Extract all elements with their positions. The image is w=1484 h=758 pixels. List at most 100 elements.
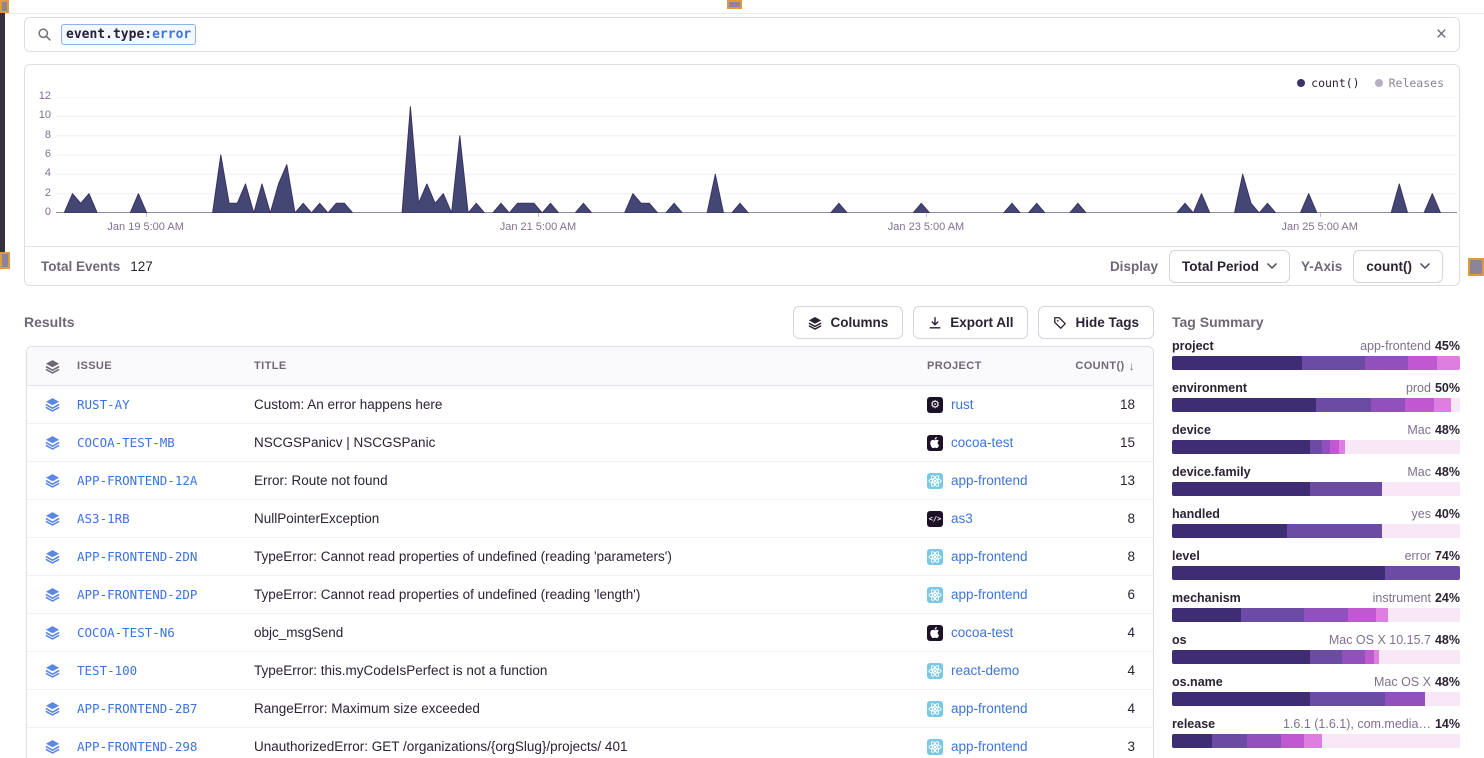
search-query-token[interactable]: event.type:error bbox=[61, 24, 196, 45]
project-link[interactable]: app-frontend bbox=[951, 739, 1028, 754]
tag-top-percent: 48% bbox=[1435, 423, 1460, 437]
y-axis-label: 6 bbox=[27, 148, 51, 160]
issue-link[interactable]: COCOA-TEST-N6 bbox=[77, 625, 254, 640]
project-link[interactable]: cocoa-test bbox=[951, 625, 1013, 640]
tag-name: release bbox=[1172, 717, 1215, 731]
issue-link[interactable]: APP-FRONTEND-298 bbox=[77, 739, 254, 754]
tag-bar-segment bbox=[1172, 440, 1310, 454]
project-link[interactable]: rust bbox=[951, 397, 974, 412]
table-row[interactable]: COCOA-TEST-MB NSCGSPanicv | NSCGSPanic c… bbox=[27, 424, 1153, 462]
issue-title: objc_msgSend bbox=[254, 625, 927, 640]
table-row[interactable]: COCOA-TEST-N6 objc_msgSend cocoa-test 4 bbox=[27, 614, 1153, 652]
tag-block[interactable]: handled yes 40% bbox=[1172, 507, 1460, 538]
tag-distribution-bar[interactable] bbox=[1172, 734, 1460, 748]
table-row[interactable]: APP-FRONTEND-2DP TypeError: Cannot read … bbox=[27, 576, 1153, 614]
tag-distribution-bar[interactable] bbox=[1172, 650, 1460, 664]
events-area-chart[interactable] bbox=[56, 97, 1457, 213]
tag-top-value: Mac OS X 10.15.7 bbox=[1329, 633, 1431, 647]
project-cell[interactable]: ⚙ rust bbox=[927, 397, 1067, 413]
issue-link[interactable]: COCOA-TEST-MB bbox=[77, 435, 254, 450]
yaxis-dropdown[interactable]: count() bbox=[1353, 250, 1443, 283]
tag-distribution-bar[interactable] bbox=[1172, 692, 1460, 706]
hide-tags-button[interactable]: Hide Tags bbox=[1038, 306, 1154, 339]
issue-title: RangeError: Maximum size exceeded bbox=[254, 701, 927, 716]
project-link[interactable]: as3 bbox=[951, 511, 973, 526]
table-row[interactable]: TEST-100 TypeError: this.myCodeIsPerfect… bbox=[27, 652, 1153, 690]
issue-link[interactable]: APP-FRONTEND-12A bbox=[77, 473, 254, 488]
tag-top-value: error bbox=[1405, 549, 1431, 563]
tag-bar-segment bbox=[1302, 356, 1365, 370]
column-header-count[interactable]: COUNT()↓ bbox=[1075, 359, 1151, 373]
columns-button-label: Columns bbox=[830, 315, 888, 330]
table-row[interactable]: APP-FRONTEND-298 UnauthorizedError: GET … bbox=[27, 728, 1153, 758]
tag-distribution-bar[interactable] bbox=[1172, 482, 1460, 496]
tag-block[interactable]: project app-frontend 45% bbox=[1172, 339, 1460, 370]
project-link[interactable]: app-frontend bbox=[951, 473, 1028, 488]
project-cell[interactable]: cocoa-test bbox=[927, 435, 1067, 451]
tag-distribution-bar[interactable] bbox=[1172, 398, 1460, 412]
tag-block[interactable]: device.family Mac 48% bbox=[1172, 465, 1460, 496]
table-row[interactable]: APP-FRONTEND-12A Error: Route not found … bbox=[27, 462, 1153, 500]
project-link[interactable]: app-frontend bbox=[951, 587, 1028, 602]
tag-block[interactable]: level error 74% bbox=[1172, 549, 1460, 580]
table-row[interactable]: APP-FRONTEND-2DN TypeError: Cannot read … bbox=[27, 538, 1153, 576]
table-body: RUST-AY Custom: An error happens here ⚙ … bbox=[27, 386, 1153, 758]
project-link[interactable]: app-frontend bbox=[951, 549, 1028, 564]
stack-icon bbox=[45, 625, 60, 640]
tag-bar-segment bbox=[1379, 650, 1460, 664]
tag-bar-segment bbox=[1212, 734, 1247, 748]
tag-summary: project app-frontend 45% environment pro… bbox=[1172, 339, 1460, 758]
project-link[interactable]: app-frontend bbox=[951, 701, 1028, 716]
search-bar[interactable]: event.type:error × bbox=[24, 17, 1460, 52]
clear-search-icon[interactable]: × bbox=[1436, 25, 1447, 44]
column-header-project[interactable]: PROJECT bbox=[927, 360, 1067, 372]
issue-link[interactable]: RUST-AY bbox=[77, 397, 254, 412]
tag-distribution-bar[interactable] bbox=[1172, 608, 1460, 622]
tag-bar-segment bbox=[1172, 608, 1241, 622]
tag-block[interactable]: environment prod 50% bbox=[1172, 381, 1460, 412]
count-value: 13 bbox=[1067, 473, 1151, 488]
sort-desc-icon: ↓ bbox=[1129, 359, 1135, 373]
chevron-down-icon bbox=[1420, 263, 1430, 269]
project-cell[interactable]: app-frontend bbox=[927, 473, 1067, 489]
legend-item[interactable]: count() bbox=[1297, 76, 1359, 90]
table-row[interactable]: AS3-1RB NullPointerException </> as3 8 bbox=[27, 500, 1153, 538]
column-header-issue[interactable]: ISSUE bbox=[77, 360, 254, 372]
tag-distribution-bar[interactable] bbox=[1172, 566, 1460, 580]
tag-bar-segment bbox=[1287, 524, 1382, 538]
project-cell[interactable]: app-frontend bbox=[927, 587, 1067, 603]
project-cell[interactable]: </> as3 bbox=[927, 511, 1067, 527]
tag-bar-segment bbox=[1316, 398, 1371, 412]
issue-title: TypeError: Cannot read properties of und… bbox=[254, 549, 927, 564]
issue-link[interactable]: APP-FRONTEND-2DP bbox=[77, 587, 254, 602]
issue-link[interactable]: APP-FRONTEND-2B7 bbox=[77, 701, 254, 716]
tag-block[interactable]: device Mac 48% bbox=[1172, 423, 1460, 454]
export-all-button[interactable]: Export All bbox=[913, 306, 1028, 339]
project-cell[interactable]: app-frontend bbox=[927, 701, 1067, 717]
yaxis-label: Y-Axis bbox=[1301, 259, 1342, 274]
issue-link[interactable]: TEST-100 bbox=[77, 663, 254, 678]
issue-link[interactable]: AS3-1RB bbox=[77, 511, 254, 526]
tag-distribution-bar[interactable] bbox=[1172, 356, 1460, 370]
project-cell[interactable]: app-frontend bbox=[927, 739, 1067, 755]
column-header-title[interactable]: TITLE bbox=[254, 360, 927, 372]
tag-block[interactable]: release 1.6.1 (1.6.1), com.media… 14% bbox=[1172, 717, 1460, 748]
columns-button[interactable]: Columns bbox=[793, 306, 903, 339]
project-cell[interactable]: react-demo bbox=[927, 663, 1067, 679]
project-cell[interactable]: app-frontend bbox=[927, 549, 1067, 565]
project-cell[interactable]: cocoa-test bbox=[927, 625, 1067, 641]
tag-block[interactable]: os.name Mac OS X 48% bbox=[1172, 675, 1460, 706]
legend-item[interactable]: Releases bbox=[1375, 76, 1444, 90]
table-row[interactable]: RUST-AY Custom: An error happens here ⚙ … bbox=[27, 386, 1153, 424]
total-events-value: 127 bbox=[130, 259, 153, 274]
tag-distribution-bar[interactable] bbox=[1172, 440, 1460, 454]
tag-block[interactable]: os Mac OS X 10.15.7 48% bbox=[1172, 633, 1460, 664]
project-link[interactable]: react-demo bbox=[951, 663, 1019, 678]
display-dropdown[interactable]: Total Period bbox=[1169, 250, 1290, 283]
project-link[interactable]: cocoa-test bbox=[951, 435, 1013, 450]
tag-block[interactable]: mechanism instrument 24% bbox=[1172, 591, 1460, 622]
table-row[interactable]: APP-FRONTEND-2B7 RangeError: Maximum siz… bbox=[27, 690, 1153, 728]
issue-link[interactable]: APP-FRONTEND-2DN bbox=[77, 549, 254, 564]
count-value: 3 bbox=[1067, 739, 1151, 754]
tag-distribution-bar[interactable] bbox=[1172, 524, 1460, 538]
